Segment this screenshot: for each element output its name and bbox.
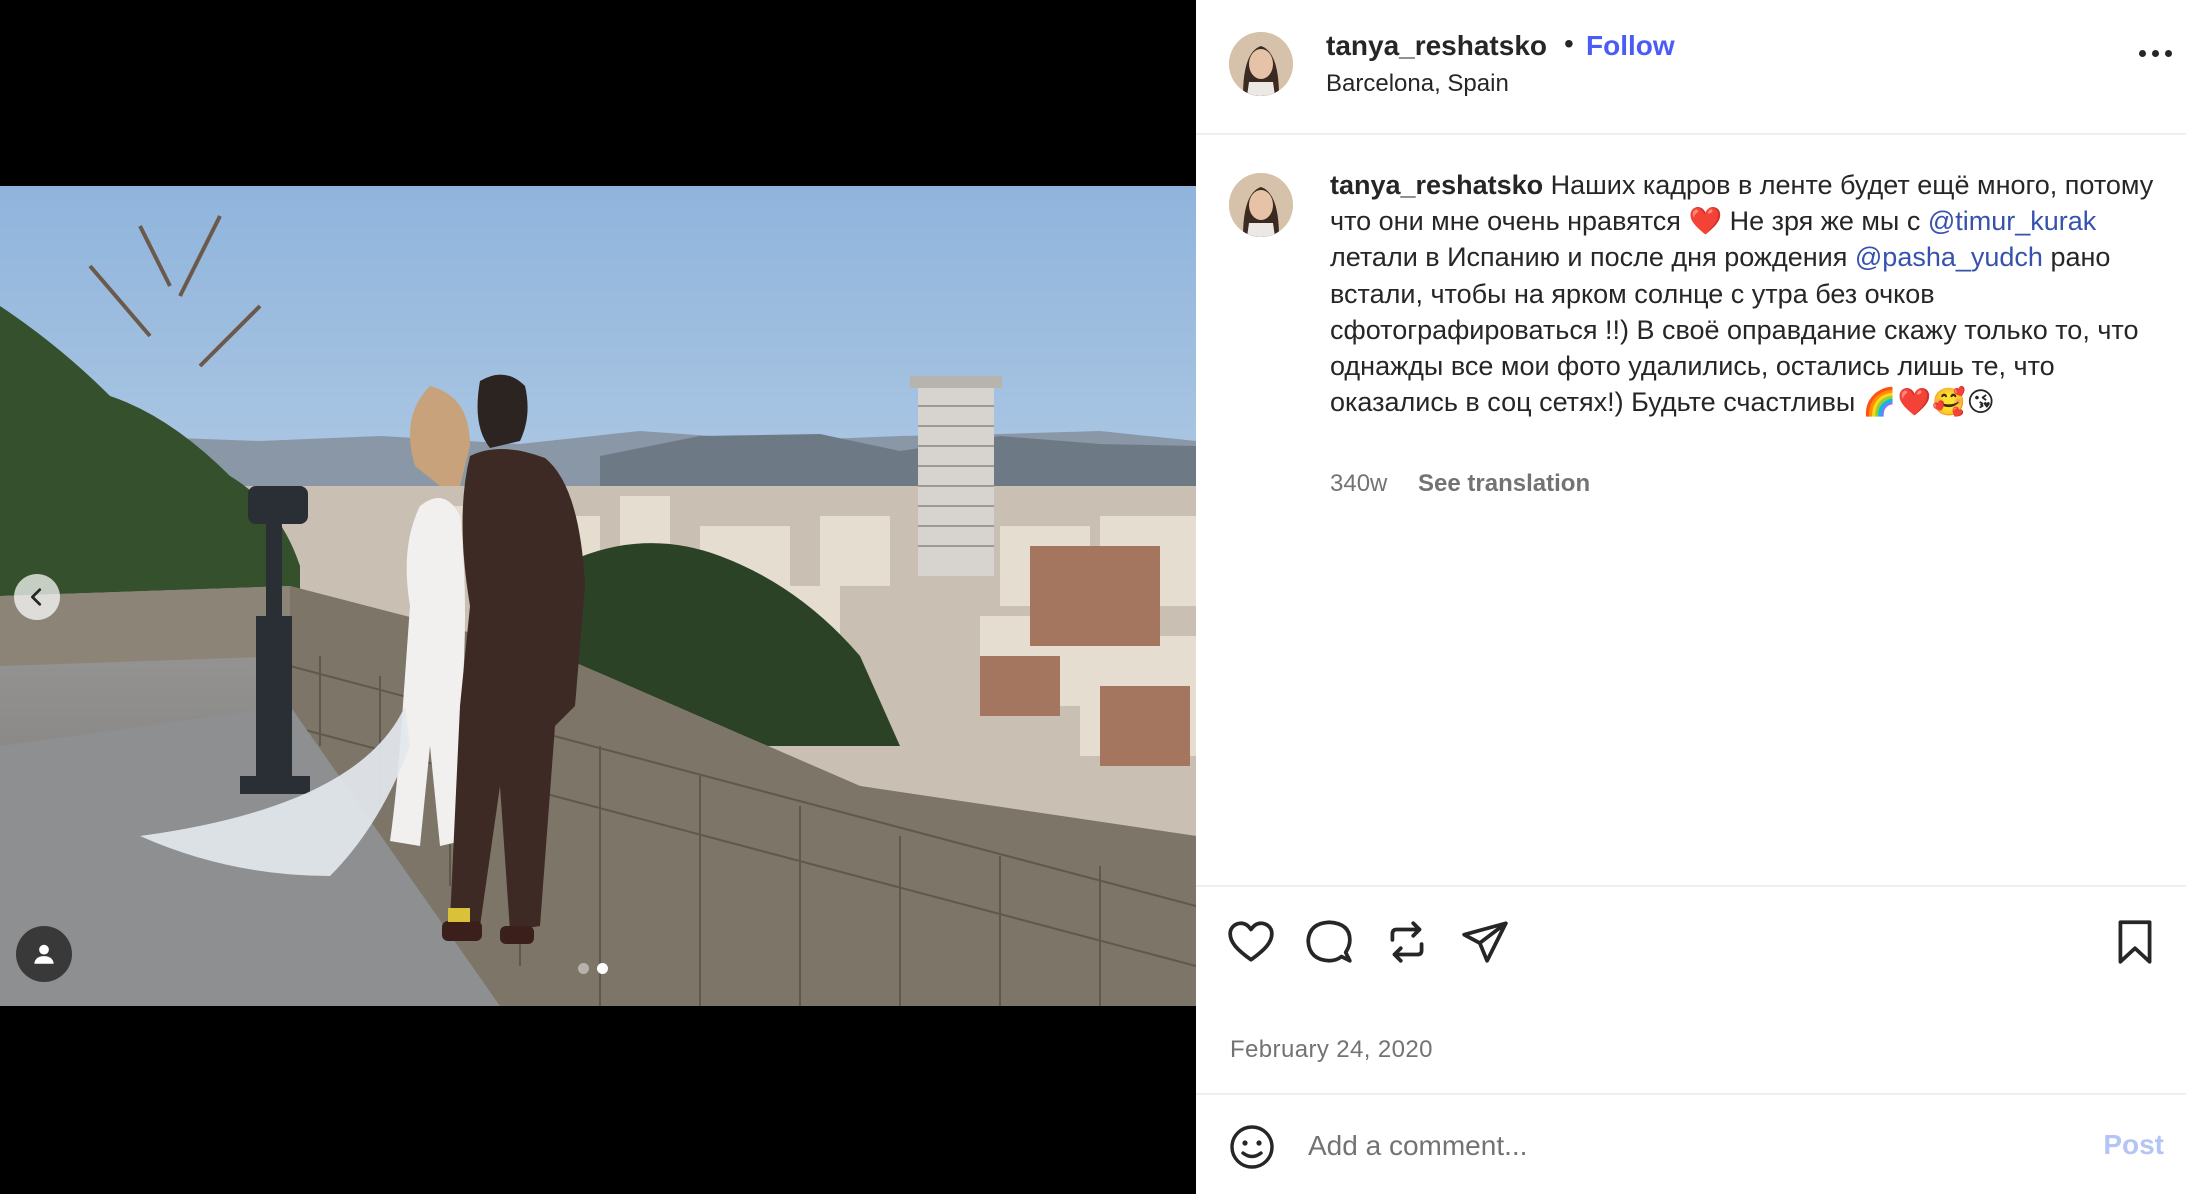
mention-link[interactable]: @pasha_yudch <box>1855 242 2043 272</box>
post-location[interactable]: Barcelona, Spain <box>1326 70 1509 98</box>
caption-emojis: 🌈❤️🥰😘 <box>1862 387 1996 418</box>
bookmark-icon[interactable] <box>2110 917 2160 967</box>
caption-username[interactable]: tanya_reshatsko <box>1330 170 1543 200</box>
author-username[interactable]: tanya_reshatsko <box>1326 30 1547 62</box>
tagged-users-button[interactable] <box>16 926 72 982</box>
heart-icon[interactable] <box>1226 917 1276 967</box>
chevron-left-icon <box>31 588 42 606</box>
comment-input[interactable] <box>1308 1117 2028 1175</box>
follow-button[interactable]: Follow <box>1586 30 1675 62</box>
carousel-indicator <box>578 963 608 974</box>
caption-meta: 340w See translation <box>1330 470 1590 498</box>
media-viewer <box>0 0 1196 1194</box>
repost-icon[interactable] <box>1382 917 1432 967</box>
avatar-image <box>1229 173 1293 237</box>
see-translation-button[interactable]: See translation <box>1418 470 1590 497</box>
emoji-smile-icon[interactable] <box>1228 1123 1276 1171</box>
more-options-button[interactable] <box>2139 50 2172 57</box>
carousel-dot <box>578 963 589 974</box>
post-header: tanya_reshatsko • Follow Barcelona, Spai… <box>1196 0 2186 135</box>
avatar-image <box>1229 32 1293 96</box>
more-horizontal-icon <box>2152 50 2159 57</box>
comment-box: Post <box>1196 1093 2186 1194</box>
action-bar <box>1196 885 2186 995</box>
carousel-dot-active <box>597 963 608 974</box>
post-comment-button[interactable]: Post <box>2103 1129 2164 1161</box>
mention-link[interactable]: @timur_kurak <box>1928 206 2096 236</box>
caption-section: tanya_reshatsko Наших кадров в ленте буд… <box>1196 135 2186 885</box>
caption-avatar[interactable] <box>1229 173 1293 237</box>
more-horizontal-icon <box>2165 50 2172 57</box>
heart-emoji: ❤️ <box>1688 206 1723 237</box>
photo-illustration <box>0 186 1196 1006</box>
caption-body: Не зря же мы с <box>1722 206 1928 237</box>
post-side-panel: tanya_reshatsko • Follow Barcelona, Spai… <box>1196 0 2186 1194</box>
user-tag-icon <box>34 944 54 964</box>
header-separator: • <box>1564 28 1574 59</box>
more-horizontal-icon <box>2139 50 2146 57</box>
post-date[interactable]: February 24, 2020 <box>1230 1036 1433 1064</box>
caption-body: летали в Испанию и после дня рождения <box>1330 242 1855 273</box>
caption-text: tanya_reshatsko Наших кадров в ленте буд… <box>1330 167 2160 420</box>
author-avatar[interactable] <box>1229 32 1293 96</box>
comment-icon[interactable] <box>1304 917 1354 967</box>
post-photo[interactable] <box>0 186 1196 1006</box>
share-icon[interactable] <box>1460 917 1510 967</box>
post-age[interactable]: 340w <box>1330 470 1387 497</box>
carousel-prev-button[interactable] <box>14 574 60 620</box>
